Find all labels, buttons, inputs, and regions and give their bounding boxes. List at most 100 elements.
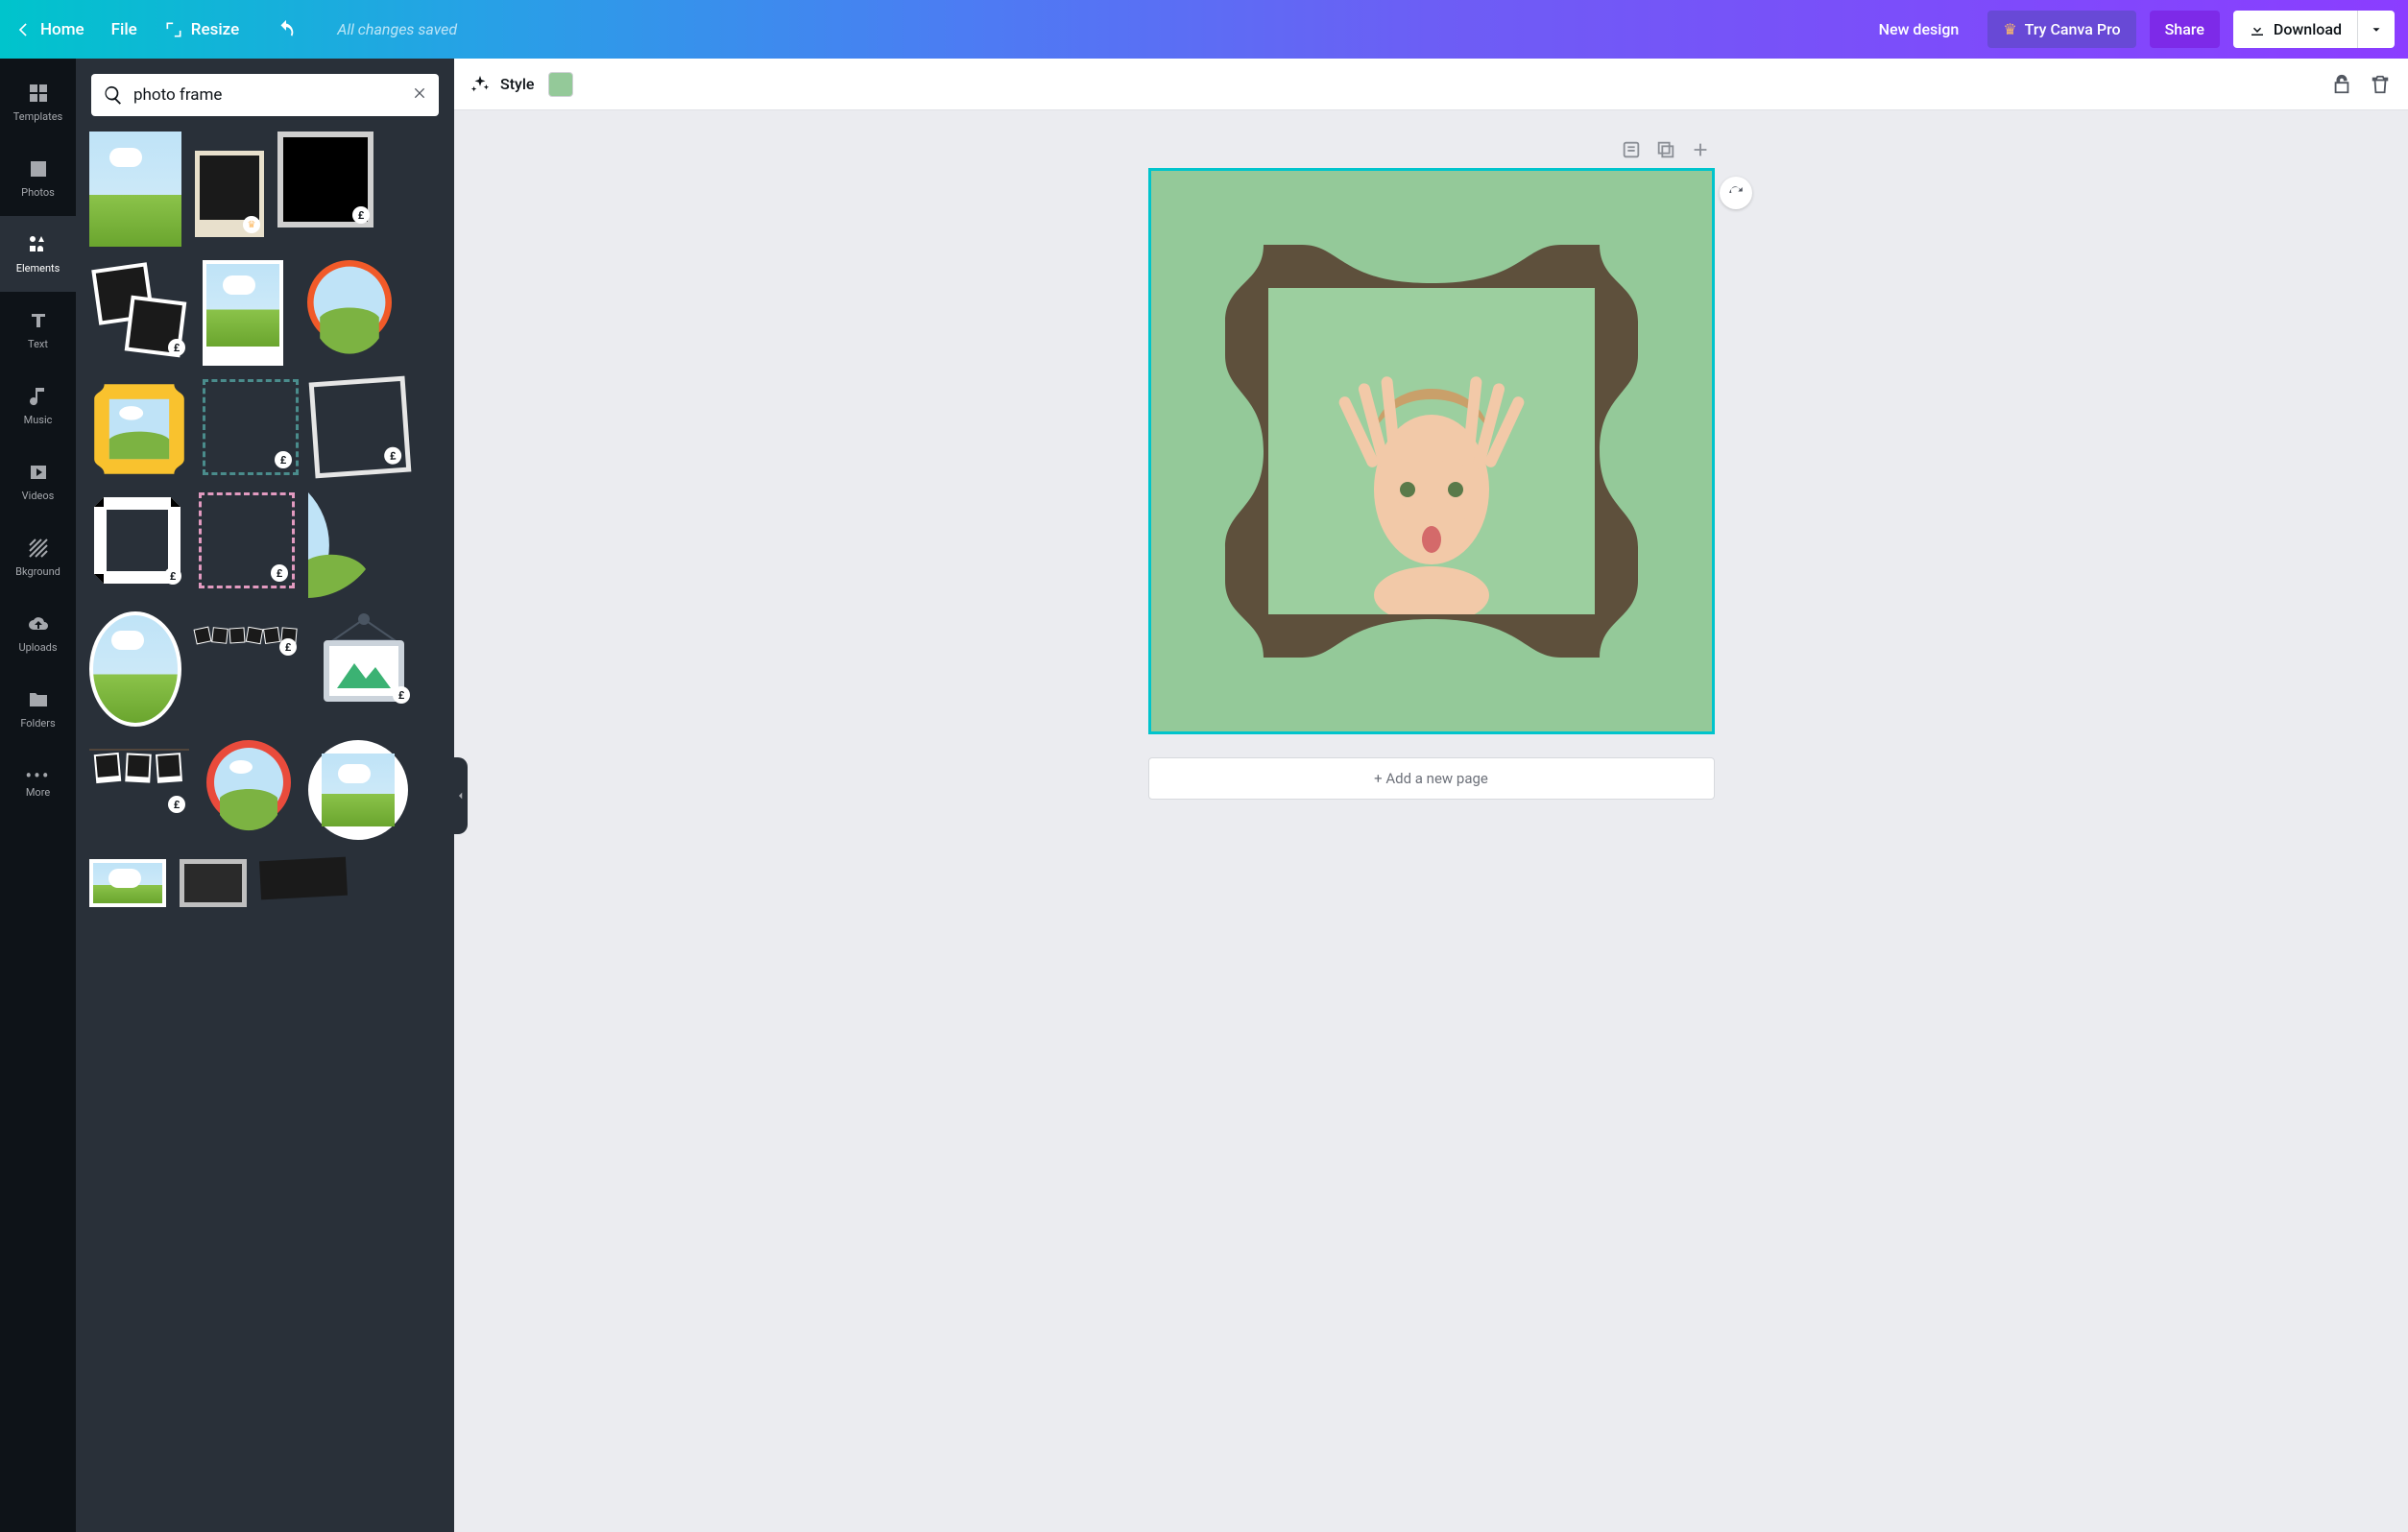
nav-folders-label: Folders (20, 717, 55, 730)
style-button[interactable]: Style (470, 74, 535, 95)
chevron-left-icon (456, 791, 466, 801)
text-icon (27, 309, 50, 332)
search-field[interactable] (91, 74, 439, 116)
nav-templates-label: Templates (13, 110, 62, 123)
new-design-button[interactable]: New design (1864, 11, 1975, 48)
design-page[interactable] (1148, 168, 1715, 734)
result-frame-landscape-small[interactable] (89, 859, 166, 907)
result-frame-polaroids-stack[interactable]: £ (89, 260, 189, 360)
result-frame-teal-stamp[interactable]: £ (203, 379, 299, 475)
result-frame-semicircle[interactable] (308, 492, 385, 598)
result-frame-yellow-ornate[interactable] (89, 379, 189, 479)
resize-icon (164, 20, 183, 39)
download-options-button[interactable] (2358, 11, 2395, 48)
share-label: Share (2165, 20, 2204, 38)
music-icon (27, 385, 50, 408)
page-notes-button[interactable] (1621, 139, 1642, 160)
background-icon (27, 537, 50, 560)
result-frame-pink-stamp[interactable]: £ (199, 492, 295, 588)
photo-placeholder[interactable] (1268, 288, 1595, 614)
search-input[interactable] (133, 85, 402, 105)
nav-videos[interactable]: Videos (0, 443, 76, 519)
vertical-nav: Templates Photos Elements Text Music Vid… (0, 59, 76, 1532)
resize-menu[interactable]: Resize (164, 20, 239, 39)
nav-photos[interactable]: Photos (0, 140, 76, 216)
nav-uploads[interactable]: Uploads (0, 595, 76, 671)
file-label: File (111, 20, 137, 39)
folders-icon (27, 688, 50, 711)
collapse-panel-button[interactable] (454, 757, 468, 834)
download-button[interactable]: Download (2233, 11, 2358, 48)
new-design-label: New design (1879, 20, 1960, 38)
try-canva-pro-button[interactable]: ♛ Try Canva Pro (1987, 11, 2135, 48)
result-frame-white-circle-landscape[interactable] (308, 740, 408, 840)
result-frame-landscape-tall[interactable] (89, 132, 181, 247)
file-menu[interactable]: File (111, 20, 137, 39)
nav-background-label: Bkground (15, 565, 60, 578)
undo-button[interactable] (276, 19, 297, 40)
result-frame-white-tilted[interactable]: £ (309, 376, 412, 479)
page-toolbar (1148, 139, 1715, 160)
result-frame-small-polaroids-row[interactable]: £ (195, 611, 301, 659)
nav-elements[interactable]: Elements (0, 216, 76, 292)
result-frame-hanging-mountain[interactable]: £ (314, 611, 414, 707)
templates-icon (27, 82, 50, 105)
nav-folders[interactable]: Folders (0, 671, 76, 747)
close-icon (412, 85, 427, 101)
nav-more-label: More (26, 786, 50, 799)
duplicate-page-button[interactable] (1655, 139, 1676, 160)
lock-button[interactable] (2329, 72, 2354, 97)
more-icon: ••• (25, 771, 50, 780)
sparkle-icon (470, 74, 491, 95)
context-toolbar: Style (454, 59, 2408, 110)
nav-background[interactable]: Bkground (0, 519, 76, 595)
result-frame-clothesline-polaroids[interactable]: £ (89, 740, 189, 817)
ornate-frame-element[interactable] (1206, 226, 1657, 677)
result-frame-polaroid-beige[interactable]: ♛ (195, 151, 264, 237)
clear-search-button[interactable] (412, 85, 427, 105)
search-icon (103, 84, 124, 106)
nav-videos-label: Videos (22, 490, 55, 502)
nav-text-label: Text (28, 338, 48, 350)
add-new-page-button[interactable]: + Add a new page (1148, 757, 1715, 800)
resize-label: Resize (191, 20, 239, 39)
result-frame-dark-polaroid[interactable] (180, 859, 247, 907)
chevron-left-icon (13, 20, 33, 39)
nav-text[interactable]: Text (0, 292, 76, 368)
result-frame-taped-photo[interactable] (259, 857, 348, 900)
page-refresh-fab[interactable] (1720, 177, 1752, 209)
nav-music[interactable]: Music (0, 368, 76, 443)
canvas-scroll[interactable]: + Add a new page (454, 110, 2408, 1532)
result-frame-landscape-card[interactable] (203, 260, 283, 366)
home-label: Home (40, 20, 84, 39)
pro-badge-icon: ♛ (243, 216, 260, 233)
chevron-down-icon (2370, 23, 2383, 36)
paid-badge: £ (271, 564, 288, 582)
home-button[interactable]: Home (13, 20, 84, 39)
nav-templates[interactable]: Templates (0, 64, 76, 140)
result-frame-black-square[interactable]: £ (277, 132, 373, 227)
nav-more[interactable]: ••• More (0, 747, 76, 823)
result-frame-orange-circle[interactable] (297, 260, 402, 366)
plus-icon (1690, 139, 1711, 160)
top-bar: Home File Resize All changes saved New d… (0, 0, 2408, 59)
result-frame-red-pin-circle[interactable] (203, 740, 295, 846)
paid-badge: £ (384, 446, 402, 465)
paid-badge: £ (393, 686, 410, 704)
result-frame-oval-landscape[interactable] (89, 611, 181, 727)
nav-elements-label: Elements (16, 262, 60, 275)
color-swatch[interactable] (548, 72, 573, 97)
paid-badge: £ (279, 638, 297, 656)
add-page-button[interactable] (1690, 139, 1711, 160)
result-frame-geometric-bw[interactable]: £ (89, 492, 185, 588)
undo-icon (276, 19, 297, 40)
uploads-icon (27, 612, 50, 635)
try-canva-pro-label: Try Canva Pro (2025, 20, 2121, 38)
delete-button[interactable] (2368, 72, 2393, 97)
paid-badge: £ (168, 339, 185, 356)
notes-icon (1621, 139, 1642, 160)
paid-badge: £ (352, 206, 370, 224)
elements-icon (27, 233, 50, 256)
elements-panel: ♛ £ £ £ £ £ £ (76, 59, 454, 1532)
share-button[interactable]: Share (2150, 11, 2220, 48)
